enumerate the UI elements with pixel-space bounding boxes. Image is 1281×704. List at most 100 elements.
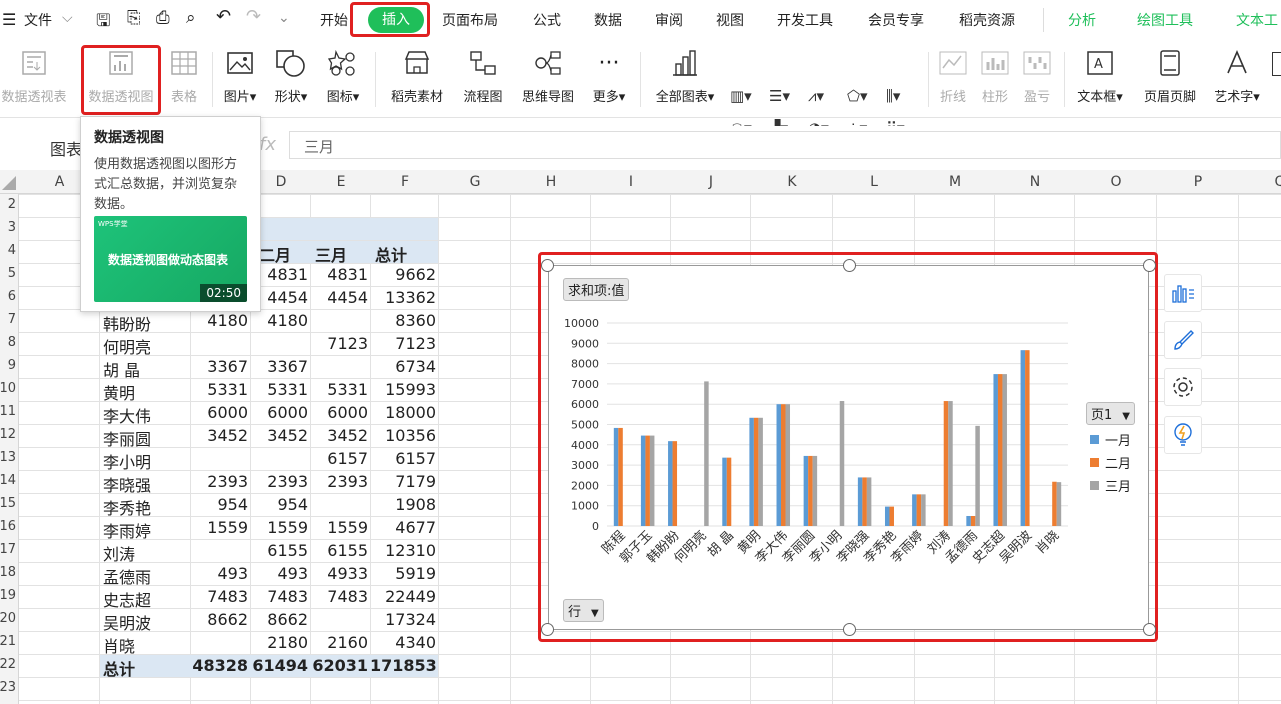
file-menu[interactable]: 文件 (24, 10, 52, 30)
table-cell[interactable]: 6157 (370, 449, 436, 468)
row-header[interactable]: 7 (8, 312, 16, 327)
row-label[interactable]: 李晓强 (103, 472, 151, 496)
row-header[interactable]: 16 (0, 519, 16, 534)
picture-button[interactable]: 图片▾ (218, 46, 262, 105)
box-plot-icon[interactable]: ⫼▾ (886, 87, 900, 105)
hamburger-menu-icon[interactable]: ☰ (2, 10, 16, 29)
table-cell[interactable]: 3452 (310, 426, 368, 445)
resize-handle[interactable] (541, 259, 554, 272)
table-cell[interactable]: 7483 (310, 587, 368, 606)
table-cell[interactable]: 9662 (370, 265, 436, 284)
row-header[interactable]: 5 (8, 266, 16, 281)
save-icon[interactable]: 🖫 (96, 8, 110, 37)
chevron-down-icon[interactable]: ⌵ (62, 10, 73, 26)
wordart-button[interactable]: 艺术字▾ (1208, 46, 1266, 105)
table-cell[interactable]: 17324 (370, 610, 436, 629)
mindmap-button[interactable]: 思维导图 (516, 46, 580, 105)
row-label[interactable]: 何明亮 (103, 334, 151, 358)
row-label[interactable]: 史志超 (103, 587, 151, 611)
row-header[interactable]: 4 (8, 243, 16, 258)
table-cell[interactable]: 5331 (310, 380, 368, 399)
table-cell[interactable]: 6157 (310, 449, 368, 468)
formula-input[interactable]: 三月 (289, 131, 1281, 159)
row-label[interactable]: 胡 晶 (103, 357, 140, 381)
table-cell[interactable]: 3367 (190, 357, 248, 376)
tab-member[interactable]: 会员专享 (868, 10, 924, 30)
table-cell[interactable]: 3452 (250, 426, 308, 445)
resize-handle[interactable] (1143, 623, 1156, 636)
tab-formulas[interactable]: 公式 (533, 10, 561, 30)
table-cell[interactable]: 4340 (370, 633, 436, 652)
table-cell[interactable]: 954 (250, 495, 308, 514)
sparkline-winloss-button[interactable]: 盈亏 (1018, 46, 1056, 105)
table-cell[interactable]: 6000 (310, 403, 368, 422)
row-label[interactable]: 孟德雨 (103, 564, 151, 588)
table-cell[interactable]: 7179 (370, 472, 436, 491)
table-cell[interactable]: 13362 (370, 288, 436, 307)
table-cell[interactable]: 2393 (190, 472, 248, 491)
pivot-chart-button[interactable]: 数据透视图 (84, 46, 158, 105)
table-cell[interactable]: 10356 (370, 426, 436, 445)
column-header[interactable]: N (995, 174, 1075, 190)
row-header[interactable]: 17 (0, 542, 16, 557)
row-header[interactable]: 19 (0, 588, 16, 603)
total-cell[interactable]: 48328 (190, 656, 248, 675)
table-cell[interactable]: 1559 (190, 518, 248, 537)
resize-handle[interactable] (843, 259, 856, 272)
undo-icon[interactable]: ↶ (216, 6, 231, 27)
row-header[interactable]: 22 (0, 657, 16, 672)
column-header[interactable]: J (671, 174, 751, 190)
table-cell[interactable]: 6155 (310, 541, 368, 560)
column-header[interactable]: I (591, 174, 671, 190)
table-cell[interactable]: 6155 (250, 541, 308, 560)
row-label[interactable]: 李小明 (103, 449, 151, 473)
table-cell[interactable]: 18000 (370, 403, 436, 422)
table-cell[interactable]: 7483 (250, 587, 308, 606)
export-pdf-icon[interactable]: ⎘ (127, 8, 141, 28)
fx-icon[interactable]: fx (259, 134, 276, 155)
row-header[interactable]: 3 (8, 220, 16, 235)
table-cell[interactable]: 22449 (370, 587, 436, 606)
column-header[interactable]: P (1157, 174, 1239, 190)
row-label[interactable]: 韩盼盼 (103, 311, 151, 335)
tab-insert[interactable]: 插入 (368, 7, 424, 33)
shape-button[interactable]: 形状▾ (268, 46, 314, 105)
table-cell[interactable]: 8360 (370, 311, 436, 330)
row-header[interactable]: 8 (8, 335, 16, 350)
all-charts-button[interactable]: 全部图表▾ (648, 46, 722, 105)
column-header[interactable]: M (915, 174, 995, 190)
table-cell[interactable]: 5331 (190, 380, 248, 399)
table-cell[interactable]: 7123 (310, 334, 368, 353)
table-cell[interactable]: 4831 (310, 265, 368, 284)
table-cell[interactable]: 3367 (250, 357, 308, 376)
tab-analyze[interactable]: 分析 (1068, 10, 1096, 30)
column-header[interactable]: H (511, 174, 591, 190)
table-cell[interactable]: 5919 (370, 564, 436, 583)
header-footer-button[interactable]: 页眉页脚 (1138, 46, 1202, 105)
row-label[interactable]: 李雨婷 (103, 518, 151, 542)
tab-drawing-tools[interactable]: 绘图工具 (1137, 10, 1193, 30)
table-cell[interactable]: 493 (190, 564, 248, 583)
redo-icon[interactable]: ↷ (246, 6, 261, 27)
table-cell[interactable]: 1908 (370, 495, 436, 514)
table-cell[interactable]: 15993 (370, 380, 436, 399)
column-header[interactable]: O (1075, 174, 1157, 190)
row-header[interactable]: 6 (8, 289, 16, 304)
tab-home[interactable]: 开始 (320, 10, 348, 30)
column-header[interactable]: Q (1239, 174, 1281, 190)
more-chevron-icon[interactable]: ⌄ (278, 10, 290, 26)
table-cell[interactable]: 493 (250, 564, 308, 583)
line-chart-icon[interactable]: ⩘▾ (808, 87, 824, 105)
row-header[interactable]: 20 (0, 611, 16, 626)
table-cell[interactable]: 4180 (190, 311, 248, 330)
table-cell[interactable]: 3452 (190, 426, 248, 445)
table-cell[interactable]: 954 (190, 495, 248, 514)
table-cell[interactable]: 1559 (250, 518, 308, 537)
column-header[interactable]: F (371, 174, 439, 190)
table-cell[interactable]: 2393 (310, 472, 368, 491)
horizontal-bar-icon[interactable]: ☰▾ (769, 87, 790, 105)
symbol-icon[interactable] (1272, 52, 1281, 76)
table-cell[interactable]: 4933 (310, 564, 368, 583)
row-label[interactable]: 李大伟 (103, 403, 151, 427)
row-header[interactable]: 10 (0, 381, 16, 396)
